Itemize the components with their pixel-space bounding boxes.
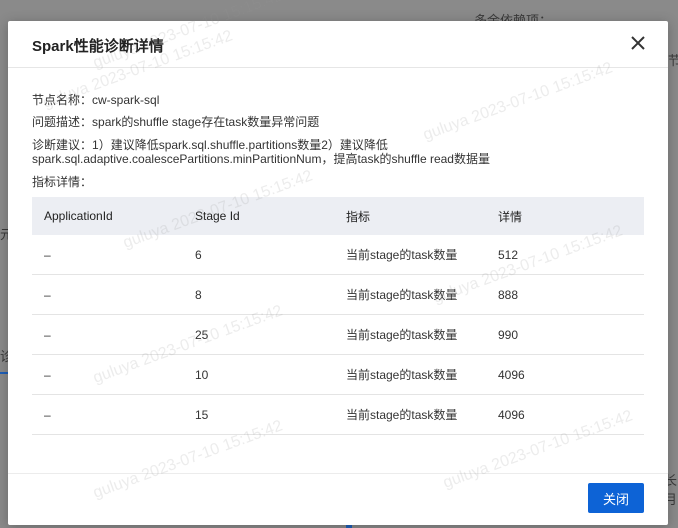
dialog-title: Spark性能诊断详情 [32, 38, 164, 55]
dialog-header: Spark性能诊断详情 [8, 21, 668, 68]
cell-metric: 当前stage的task数量 [346, 328, 458, 342]
table-row: – 8 当前stage的task数量 888 [32, 275, 644, 315]
cell-application-id: – [44, 327, 51, 342]
metrics-label: 指标详情： [32, 175, 93, 189]
table-row: – 10 当前stage的task数量 4096 [32, 355, 644, 395]
problem-value: spark的shuffle stage存在task数量异常问题 [92, 115, 320, 129]
metrics-table: ApplicationId Stage Id 指标 详情 – 6 当前stage… [32, 197, 644, 435]
cell-detail: 4096 [498, 407, 525, 422]
cell-stage-id: 8 [195, 287, 202, 302]
table-header: ApplicationId Stage Id 指标 详情 [32, 197, 644, 235]
cell-stage-id: 6 [195, 247, 202, 262]
node-name-label: 节点名称： [32, 93, 93, 107]
advice-row-continued: spark.sql.adaptive.coalescePartitions.mi… [32, 152, 490, 166]
node-name-row: 节点名称：cw-spark-sql [32, 93, 159, 107]
cell-application-id: – [44, 407, 51, 422]
cell-detail: 888 [498, 287, 519, 302]
header-application-id: ApplicationId [44, 209, 113, 223]
cell-application-id: – [44, 367, 51, 382]
cell-detail: 512 [498, 247, 519, 262]
cell-metric: 当前stage的task数量 [346, 408, 458, 422]
diagnosis-dialog: Spark性能诊断详情 节点名称：cw-spark-sql 问题描述：spark… [8, 0, 668, 525]
cell-metric: 当前stage的task数量 [346, 248, 458, 262]
close-button[interactable]: 关闭 [588, 483, 644, 513]
header-metric: 指标 [346, 209, 371, 224]
cell-stage-id: 15 [195, 407, 209, 422]
cell-stage-id: 25 [195, 327, 209, 342]
advice-label: 诊断建议： [32, 138, 93, 152]
advice-row: 诊断建议：1）建议降低spark.sql.shuffle.partitions数… [32, 138, 388, 152]
node-name-value: cw-spark-sql [92, 93, 160, 107]
cell-detail: 990 [498, 327, 519, 342]
close-icon[interactable] [626, 31, 650, 55]
watermark: guluya 2023-07-10 15:15:42 [420, 59, 615, 144]
header-detail: 详情 [498, 209, 523, 224]
table-row: – 25 当前stage的task数量 990 [32, 315, 644, 355]
problem-row: 问题描述：spark的shuffle stage存在task数量异常问题 [32, 115, 319, 129]
cell-metric: 当前stage的task数量 [346, 368, 458, 382]
close-icon-glyph [631, 36, 645, 50]
cell-detail: 4096 [498, 367, 525, 382]
cell-stage-id: 10 [195, 367, 209, 382]
advice-line-2: spark.sql.adaptive.coalescePartitions.mi… [32, 152, 490, 166]
cell-application-id: – [44, 247, 51, 262]
problem-label: 问题描述： [32, 115, 93, 129]
table-row: – 6 当前stage的task数量 512 [32, 235, 644, 275]
header-stage-id: Stage Id [195, 209, 240, 223]
cell-metric: 当前stage的task数量 [346, 288, 458, 302]
footer-divider [8, 473, 668, 474]
background-label: 节 [668, 53, 678, 68]
advice-line-1: 1）建议降低spark.sql.shuffle.partitions数量2）建议… [92, 138, 388, 152]
table-row: – 15 当前stage的task数量 4096 [32, 395, 644, 435]
cell-application-id: – [44, 287, 51, 302]
